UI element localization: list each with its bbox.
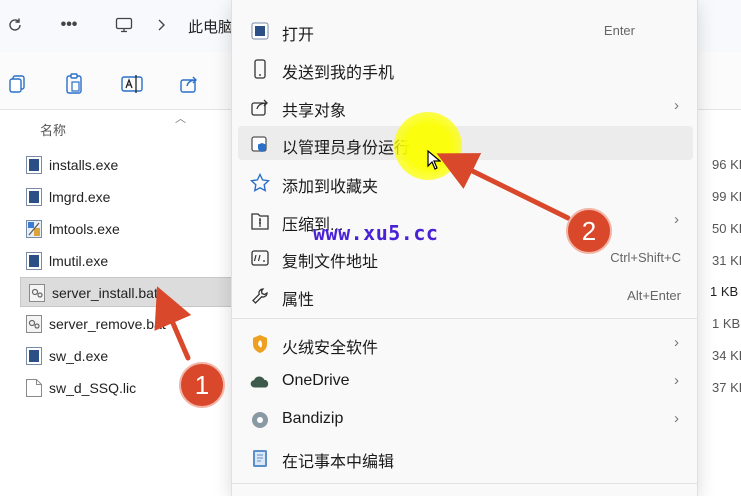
arrow-to-run-as-admin [436, 153, 571, 221]
mouse-cursor-icon [427, 149, 442, 175]
annotation-arrows [154, 153, 571, 361]
step-badge-1: 1 [179, 362, 225, 408]
watermark: www.xu5.cc [313, 221, 439, 245]
arrow-to-file [154, 286, 192, 361]
step-badge-2: 2 [566, 208, 612, 254]
